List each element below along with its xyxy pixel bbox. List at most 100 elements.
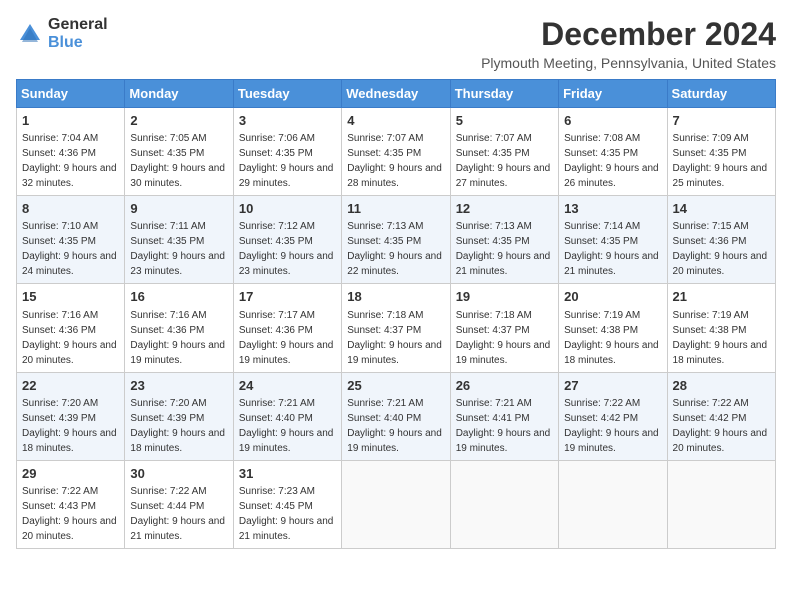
day-cell: 21 Sunrise: 7:19 AMSunset: 4:38 PMDaylig… [667,284,775,372]
day-info: Sunrise: 7:19 AMSunset: 4:38 PMDaylight:… [564,310,659,366]
day-cell: 13 Sunrise: 7:14 AMSunset: 4:35 PMDaylig… [559,196,667,284]
day-number: 22 [22,377,119,395]
day-number: 8 [22,200,119,218]
day-number: 25 [347,377,444,395]
day-number: 10 [239,200,336,218]
day-info: Sunrise: 7:08 AMSunset: 4:35 PMDaylight:… [564,133,659,189]
day-cell: 17 Sunrise: 7:17 AMSunset: 4:36 PMDaylig… [233,284,341,372]
day-cell: 30 Sunrise: 7:22 AMSunset: 4:44 PMDaylig… [125,460,233,548]
day-number: 24 [239,377,336,395]
day-info: Sunrise: 7:22 AMSunset: 4:42 PMDaylight:… [564,398,659,454]
day-number: 4 [347,112,444,130]
day-info: Sunrise: 7:13 AMSunset: 4:35 PMDaylight:… [347,221,442,277]
day-number: 15 [22,288,119,306]
day-number: 1 [22,112,119,130]
day-cell: 27 Sunrise: 7:22 AMSunset: 4:42 PMDaylig… [559,372,667,460]
day-info: Sunrise: 7:20 AMSunset: 4:39 PMDaylight:… [130,398,225,454]
day-info: Sunrise: 7:22 AMSunset: 4:43 PMDaylight:… [22,486,117,542]
day-cell: 18 Sunrise: 7:18 AMSunset: 4:37 PMDaylig… [342,284,450,372]
day-cell: 5 Sunrise: 7:07 AMSunset: 4:35 PMDayligh… [450,108,558,196]
day-number: 2 [130,112,227,130]
header-cell-monday: Monday [125,80,233,108]
day-cell: 24 Sunrise: 7:21 AMSunset: 4:40 PMDaylig… [233,372,341,460]
day-number: 5 [456,112,553,130]
day-cell: 4 Sunrise: 7:07 AMSunset: 4:35 PMDayligh… [342,108,450,196]
day-cell: 26 Sunrise: 7:21 AMSunset: 4:41 PMDaylig… [450,372,558,460]
day-cell: 16 Sunrise: 7:16 AMSunset: 4:36 PMDaylig… [125,284,233,372]
day-cell: 31 Sunrise: 7:23 AMSunset: 4:45 PMDaylig… [233,460,341,548]
header-cell-friday: Friday [559,80,667,108]
week-row-4: 22 Sunrise: 7:20 AMSunset: 4:39 PMDaylig… [17,372,776,460]
day-info: Sunrise: 7:11 AMSunset: 4:35 PMDaylight:… [130,221,225,277]
logo-icon [16,20,44,48]
header-cell-thursday: Thursday [450,80,558,108]
calendar-table: SundayMondayTuesdayWednesdayThursdayFrid… [16,79,776,549]
day-number: 19 [456,288,553,306]
day-number: 21 [673,288,770,306]
day-number: 26 [456,377,553,395]
day-info: Sunrise: 7:13 AMSunset: 4:35 PMDaylight:… [456,221,551,277]
day-cell [450,460,558,548]
day-number: 30 [130,465,227,483]
day-info: Sunrise: 7:23 AMSunset: 4:45 PMDaylight:… [239,486,334,542]
header-cell-sunday: Sunday [17,80,125,108]
day-info: Sunrise: 7:16 AMSunset: 4:36 PMDaylight:… [22,310,117,366]
day-cell: 6 Sunrise: 7:08 AMSunset: 4:35 PMDayligh… [559,108,667,196]
day-number: 14 [673,200,770,218]
day-cell: 12 Sunrise: 7:13 AMSunset: 4:35 PMDaylig… [450,196,558,284]
day-cell: 1 Sunrise: 7:04 AMSunset: 4:36 PMDayligh… [17,108,125,196]
day-number: 17 [239,288,336,306]
header-row: SundayMondayTuesdayWednesdayThursdayFrid… [17,80,776,108]
day-number: 31 [239,465,336,483]
day-number: 23 [130,377,227,395]
day-number: 18 [347,288,444,306]
day-cell [342,460,450,548]
day-number: 27 [564,377,661,395]
week-row-5: 29 Sunrise: 7:22 AMSunset: 4:43 PMDaylig… [17,460,776,548]
day-cell: 25 Sunrise: 7:21 AMSunset: 4:40 PMDaylig… [342,372,450,460]
day-info: Sunrise: 7:12 AMSunset: 4:35 PMDaylight:… [239,221,334,277]
location-title: Plymouth Meeting, Pennsylvania, United S… [481,55,776,71]
day-info: Sunrise: 7:22 AMSunset: 4:44 PMDaylight:… [130,486,225,542]
day-cell: 9 Sunrise: 7:11 AMSunset: 4:35 PMDayligh… [125,196,233,284]
day-cell: 7 Sunrise: 7:09 AMSunset: 4:35 PMDayligh… [667,108,775,196]
day-cell: 11 Sunrise: 7:13 AMSunset: 4:35 PMDaylig… [342,196,450,284]
month-title: December 2024 [481,16,776,53]
week-row-1: 1 Sunrise: 7:04 AMSunset: 4:36 PMDayligh… [17,108,776,196]
header: General Blue December 2024 Plymouth Meet… [16,16,776,71]
day-info: Sunrise: 7:07 AMSunset: 4:35 PMDaylight:… [456,133,551,189]
day-number: 7 [673,112,770,130]
header-cell-tuesday: Tuesday [233,80,341,108]
day-info: Sunrise: 7:04 AMSunset: 4:36 PMDaylight:… [22,133,117,189]
day-number: 16 [130,288,227,306]
day-info: Sunrise: 7:05 AMSunset: 4:35 PMDaylight:… [130,133,225,189]
day-cell: 15 Sunrise: 7:16 AMSunset: 4:36 PMDaylig… [17,284,125,372]
day-info: Sunrise: 7:20 AMSunset: 4:39 PMDaylight:… [22,398,117,454]
day-cell: 22 Sunrise: 7:20 AMSunset: 4:39 PMDaylig… [17,372,125,460]
day-info: Sunrise: 7:15 AMSunset: 4:36 PMDaylight:… [673,221,768,277]
day-info: Sunrise: 7:14 AMSunset: 4:35 PMDaylight:… [564,221,659,277]
day-cell [559,460,667,548]
day-cell [667,460,775,548]
day-info: Sunrise: 7:09 AMSunset: 4:35 PMDaylight:… [673,133,768,189]
day-number: 20 [564,288,661,306]
day-cell: 8 Sunrise: 7:10 AMSunset: 4:35 PMDayligh… [17,196,125,284]
day-number: 28 [673,377,770,395]
logo: General Blue [16,16,108,51]
day-info: Sunrise: 7:07 AMSunset: 4:35 PMDaylight:… [347,133,442,189]
title-area: December 2024 Plymouth Meeting, Pennsylv… [481,16,776,71]
day-cell: 3 Sunrise: 7:06 AMSunset: 4:35 PMDayligh… [233,108,341,196]
day-cell: 19 Sunrise: 7:18 AMSunset: 4:37 PMDaylig… [450,284,558,372]
day-info: Sunrise: 7:22 AMSunset: 4:42 PMDaylight:… [673,398,768,454]
day-cell: 10 Sunrise: 7:12 AMSunset: 4:35 PMDaylig… [233,196,341,284]
day-number: 29 [22,465,119,483]
day-info: Sunrise: 7:19 AMSunset: 4:38 PMDaylight:… [673,310,768,366]
day-number: 11 [347,200,444,218]
day-cell: 28 Sunrise: 7:22 AMSunset: 4:42 PMDaylig… [667,372,775,460]
day-cell: 14 Sunrise: 7:15 AMSunset: 4:36 PMDaylig… [667,196,775,284]
day-cell: 2 Sunrise: 7:05 AMSunset: 4:35 PMDayligh… [125,108,233,196]
day-number: 6 [564,112,661,130]
day-info: Sunrise: 7:06 AMSunset: 4:35 PMDaylight:… [239,133,334,189]
day-number: 13 [564,200,661,218]
day-number: 9 [130,200,227,218]
